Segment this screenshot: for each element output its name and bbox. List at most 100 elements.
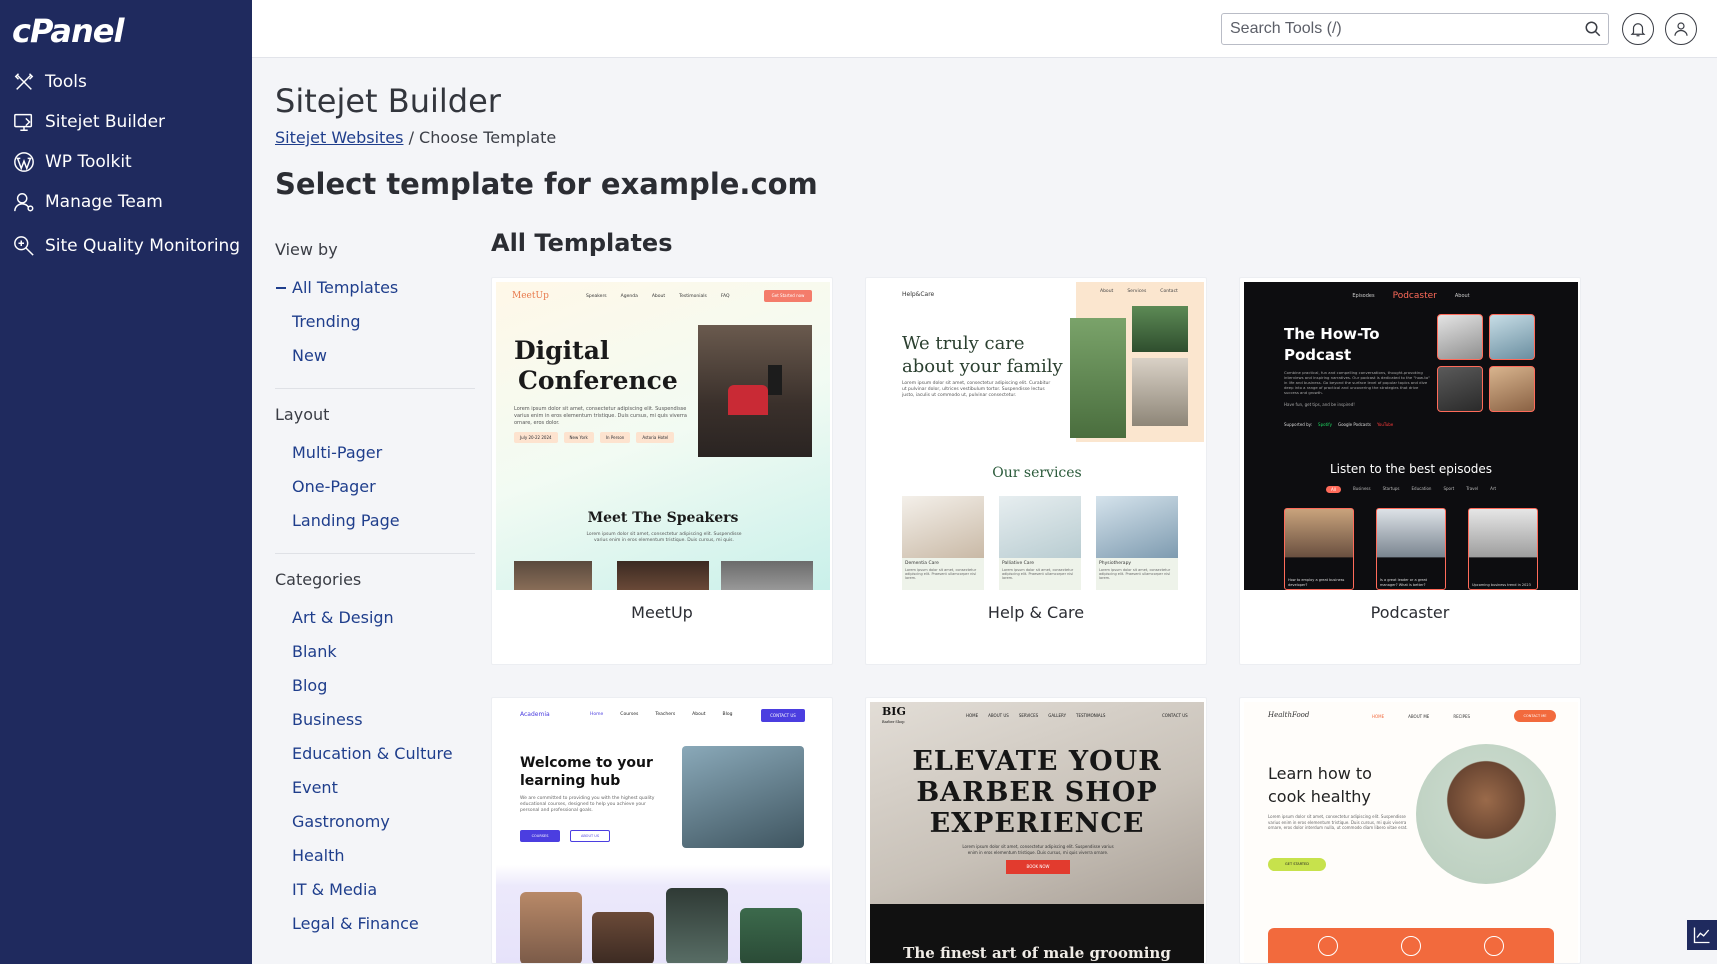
filter-gastronomy[interactable]: Gastronomy [275,812,475,846]
preview-nav-item: Services [1127,289,1147,294]
notifications-button[interactable] [1622,13,1654,45]
filter-blank[interactable]: Blank [275,642,475,676]
preview-headline-line: Conference [518,366,678,395]
preview-nav-item: ABOUT ME [1408,714,1430,719]
preview-supporter-label: Supported by: [1284,422,1313,427]
preview-brand: MeetUp [512,291,549,301]
template-card-podcaster[interactable]: Episodes Podcaster About The How-To Podc… [1239,277,1581,665]
preview-nav-item: Contact [1160,289,1178,294]
preview-teacher-photo [666,888,728,963]
sidebar-item-tools[interactable]: Tools [0,62,252,102]
template-card-help-care[interactable]: Help&Care About Services Contact We trul… [865,277,1207,665]
preview-episode-title: How to employ a great business developer… [1288,578,1345,587]
preview-photo [682,746,804,848]
sidebar-nav: Tools Sitejet Builder WP Toolkit Manage … [0,62,252,270]
preview-nav-item: About [1454,293,1470,299]
preview-footer-line: The finest art of male grooming [903,944,1171,962]
preview-nav-item: Testimonials [679,294,707,299]
preview-service-card: Physiotherapy Lorem ipsum dolor sit amet… [1096,558,1178,590]
preview-supporters: Supported by: Spotify Google Podcasts Yo… [1284,422,1393,427]
preview-nav-item: Episodes [1352,293,1375,299]
preview-headline-line: Digital [514,336,610,365]
preview-service-title: Palliative Care [1002,561,1035,566]
preview-speaker-photo [721,561,813,590]
preview-nav: About Services Contact [1100,289,1178,294]
template-name: Help & Care [987,603,1085,622]
preview-chef-photo [1416,744,1556,884]
preview-episode-title: Is a great leader or a great manager? Wh… [1380,578,1427,587]
template-card-meetup[interactable]: MeetUp Speakers Agenda About Testimonial… [491,277,833,665]
preview-cta: BOOK NOW [1006,860,1070,874]
preview-brand-sub: Barber Shop [882,720,905,724]
cpanel-logo[interactable]: cPanel [12,12,124,50]
filter-it-media[interactable]: IT & Media [275,880,475,914]
search-icon[interactable] [1584,20,1602,38]
user-menu-button[interactable] [1665,13,1697,45]
template-card-health-food[interactable]: HealthFood HOME ABOUT ME RECIPES CONTACT… [1239,697,1581,964]
preview-headline: Digital Conference [514,336,678,396]
breadcrumb-link-sitejet-websites[interactable]: Sitejet Websites [275,128,403,147]
preview-nav-item: RECIPES [1453,714,1471,719]
filter-blog[interactable]: Blog [275,676,475,710]
template-card-academia[interactable]: Academia Home Courses Teachers About Blo… [491,697,833,964]
preview-speaker-photo [617,561,709,590]
preview-headline-line: BARBER SHOP [916,777,1158,808]
preview-feature-band [1268,928,1554,963]
preview-service-photo [902,496,984,558]
filter-new[interactable]: New [275,346,475,380]
search-box [1221,13,1609,45]
preview-headline-line: about your family [902,356,1063,377]
filter-one-pager[interactable]: One-Pager [275,477,475,511]
sidebar: cPanel Tools Sitejet Builder WP Toolkit … [0,0,252,964]
preview-photo [1132,306,1188,352]
filter-trending[interactable]: Trending [275,312,475,346]
preview-body: Lorem ipsum dolor sit amet, consectetur … [902,381,1051,398]
sidebar-item-label: Manage Team [45,192,163,212]
filter-event[interactable]: Event [275,778,475,812]
sidebar-item-manage-team[interactable]: Manage Team [0,182,252,222]
filter-legal-finance[interactable]: Legal & Finance [275,914,475,948]
filter-health[interactable]: Health [275,846,475,880]
preview-service-body: Lorem ipsum dolor sit amet, consectetur … [1099,568,1171,580]
stats-button[interactable] [1687,920,1717,950]
preview-tab: All [1325,486,1341,493]
template-preview: Academia Home Courses Teachers About Blo… [496,702,830,963]
preview-tabs: All Business Startups Education Sport Tr… [1244,486,1578,493]
template-preview: Episodes Podcaster About The How-To Podc… [1244,282,1578,590]
template-card-barber[interactable]: BIG Barber Shop HOME ABOUT US SERVICES G… [865,697,1207,964]
preview-cta: CONTACT US [761,709,805,722]
sidebar-item-sitejet-builder[interactable]: Sitejet Builder [0,102,252,142]
filter-multi-pager[interactable]: Multi-Pager [275,443,475,477]
preview-headline-line: learning hub [520,773,621,789]
filter-list-view-by: All Templates Trending New [275,278,475,380]
filter-education-culture[interactable]: Education & Culture [275,744,475,778]
preview-supporter: YouTube [1377,422,1394,427]
topbar [252,0,1717,58]
preview-service-card: Dementia Care Lorem ipsum dolor sit amet… [902,558,984,590]
preview-section-body: Lorem ipsum dolor sit amet, consectetur … [586,532,742,543]
preview-headline: The How-To Podcast [1284,324,1380,366]
filter-all-templates[interactable]: All Templates [275,278,475,312]
preview-headline-line: Welcome to your [520,755,653,771]
magnifier-icon [12,234,36,258]
preview-body: Lorem ipsum dolor sit amet, consectetur … [1268,814,1408,830]
preview-service-body: Lorem ipsum dolor sit amet, consectetur … [905,568,977,580]
breadcrumb: Sitejet Websites / Choose Template [275,128,556,147]
chart-line-icon [1693,927,1710,944]
breadcrumb-current: Choose Template [419,128,557,147]
filter-business[interactable]: Business [275,710,475,744]
sidebar-item-wp-toolkit[interactable]: WP Toolkit [0,142,252,182]
sidebar-item-site-quality-monitoring[interactable]: Site Quality Monitoring [0,222,252,270]
preview-tag: July 20-22 2024 [514,432,558,443]
filter-list-categories: Art & Design Blank Blog Business Educati… [275,608,475,948]
preview-service-photo [999,496,1081,558]
preview-body: We are committed to providing you with t… [520,796,655,813]
tools-icon [12,70,36,94]
search-input[interactable] [1222,14,1562,44]
preview-section-title: Listen to the best episodes [1329,462,1493,476]
preview-tab: Business [1352,486,1371,491]
sidebar-item-label: Tools [45,72,87,92]
filter-art-design[interactable]: Art & Design [275,608,475,642]
preview-host-photo [1437,366,1483,412]
filter-landing-page[interactable]: Landing Page [275,511,475,545]
